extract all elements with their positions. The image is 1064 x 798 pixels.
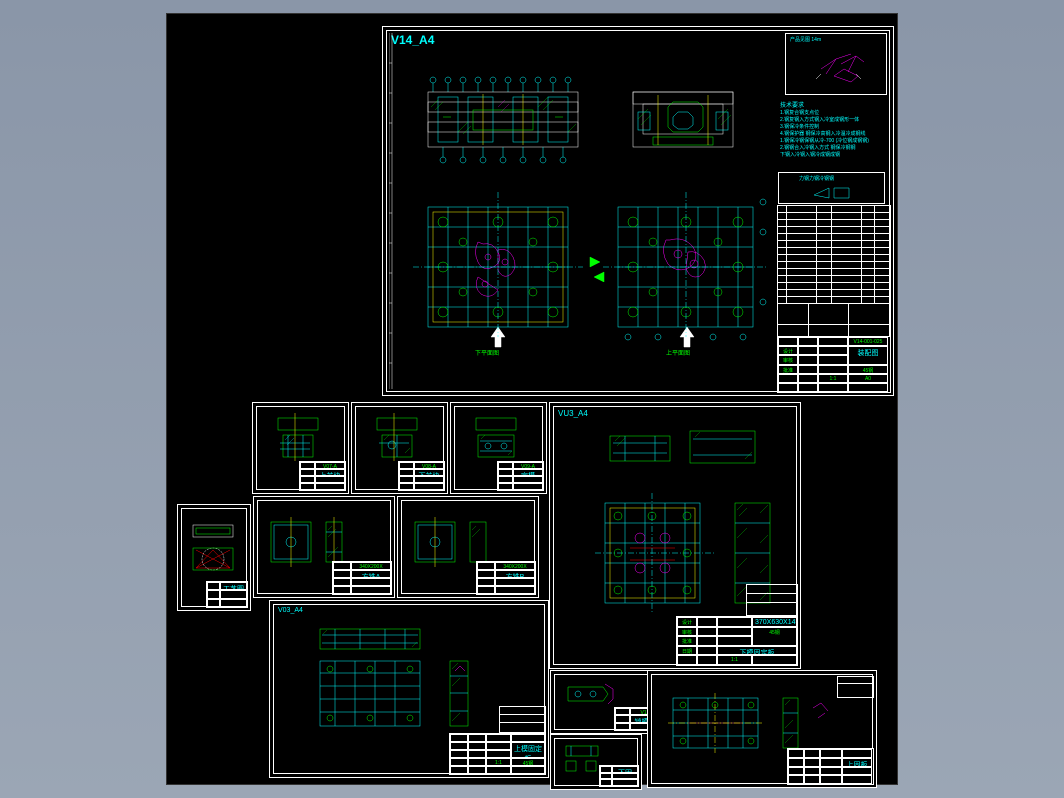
side-elevation-view [613, 77, 753, 167]
sub-sheet-2: V08-A 下芯块 [351, 402, 448, 494]
main-title-block: V14-001-025 设计装配图 审核 批准45钢 1:1A0 [777, 336, 891, 393]
angle-projection: 力钢力钢冷钢钢 [778, 172, 885, 204]
sub9-title-block: 设计370X630X145 审核45钢 批准 日期下模固定板 1:1 [676, 616, 798, 666]
sub-sheet-6: 340X200X 方铁B [397, 496, 539, 598]
sub-sheet-5: 340X200X 方铁A [253, 496, 395, 598]
sub8-no: V03_A4 [278, 607, 303, 614]
sub-sheet-7: 工艺图 [177, 504, 251, 611]
sub-sheet-1: V07-A 上芯块 [252, 402, 349, 494]
sub9-title: VU3_A4 [558, 409, 588, 418]
front-elevation-view [413, 72, 593, 167]
plan-view-left: 下平面图 [403, 182, 593, 357]
sub-sheet-8: V03_A4 上 [269, 600, 549, 778]
sub9-plan-view [590, 488, 720, 618]
tech-requirements: 技术要求 1.钢复合钢支点位 2.钢复钢入方式钢入冷室成钢形一体 3.钢保冷条件… [780, 102, 885, 159]
cad-canvas[interactable]: V14_A4 产品见图 14m 技术要求 1.钢复合钢支点位 2.钢复钢入方式钢… [166, 13, 898, 785]
sub-sheet-3: V09-A 定模 [450, 402, 547, 494]
sub-sheet-12: 上固板 [647, 670, 877, 788]
plan-view-right: 上平面图 [598, 182, 773, 357]
border-scale-left [389, 33, 401, 389]
section-arrows [588, 252, 606, 282]
sub9-top-views [605, 421, 765, 476]
sub-sheet-9: VU3_A4 [549, 402, 801, 669]
parts-list-table [777, 205, 891, 347]
main-drawing-sheet: V14_A4 产品见图 14m 技术要求 1.钢复合钢支点位 2.钢复钢入方式钢… [382, 26, 894, 396]
product-preview: 产品见图 14m [785, 33, 887, 95]
sub-sheet-11: 下固块 [550, 734, 642, 790]
